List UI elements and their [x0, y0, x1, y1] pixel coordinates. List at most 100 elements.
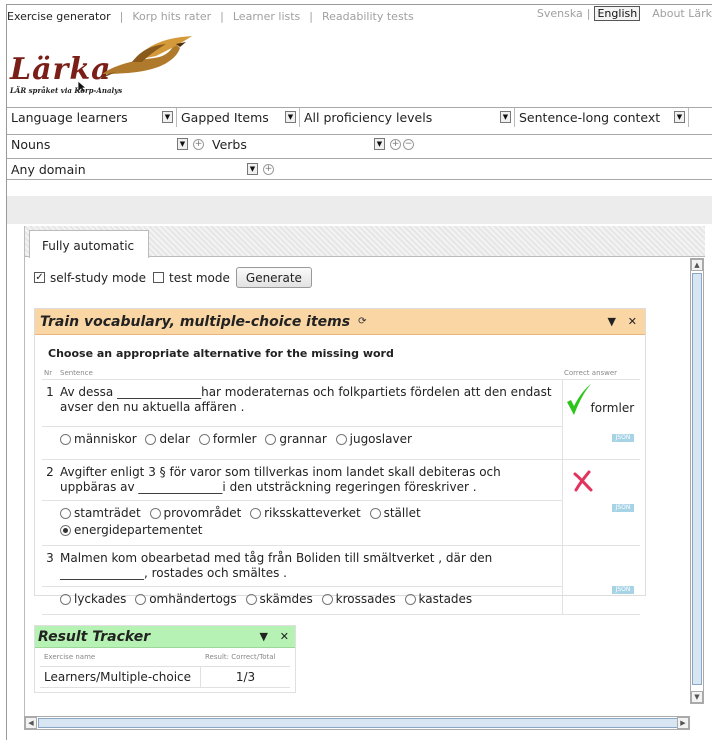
radio-button[interactable]: [335, 434, 347, 446]
collapse-icon[interactable]: ▼: [607, 315, 615, 328]
domain-value: Any domain: [11, 161, 86, 177]
option-radio[interactable]: stället: [369, 506, 421, 521]
pos-nouns-value: Nouns: [11, 137, 51, 152]
option-radio[interactable]: kastades: [404, 592, 472, 607]
mode-controls: ✓ self-study mode test mode Generate: [34, 267, 312, 288]
option-radio-selected[interactable]: energidepartementet: [60, 523, 203, 538]
radio-button[interactable]: [321, 593, 333, 605]
option-label: omhändertogs: [149, 591, 237, 606]
dropdown-arrow-icon[interactable]: ▼: [374, 138, 385, 150]
scrollbar-thumb[interactable]: [38, 718, 678, 728]
scroll-right-icon[interactable]: ▶: [677, 717, 689, 729]
dropdown-arrow-icon[interactable]: ▼: [285, 111, 296, 123]
col-exercise-name-header: Exercise name: [44, 653, 96, 661]
grey-band: [7, 196, 712, 224]
dropdown-arrow-icon[interactable]: ▼: [674, 111, 685, 123]
self-study-label: self-study mode: [50, 270, 146, 285]
add-pos-icon[interactable]: +: [390, 139, 401, 150]
proficiency-select[interactable]: All proficiency levels ▼: [300, 108, 515, 127]
collapse-icon[interactable]: ▼: [259, 630, 267, 643]
self-study-checkbox[interactable]: ✓: [34, 272, 45, 283]
radio-button[interactable]: [60, 434, 71, 446]
tab-fully-automatic[interactable]: Fully automatic: [29, 230, 149, 258]
lang-english[interactable]: English: [594, 6, 641, 21]
horizontal-scrollbar[interactable]: ◀ ▶: [24, 716, 690, 730]
json-badge[interactable]: JSON: [612, 433, 634, 442]
option-radio[interactable]: grannar: [265, 432, 327, 447]
option-radio[interactable]: lyckades: [60, 592, 126, 607]
correct-answer-text: formler: [590, 400, 635, 415]
radio-button[interactable]: [250, 507, 262, 519]
add-pos-icon[interactable]: +: [193, 139, 204, 150]
close-icon[interactable]: ✕: [628, 315, 637, 328]
option-label: jugoslaver: [349, 432, 412, 447]
lang-svenska[interactable]: Svenska: [537, 7, 583, 20]
radio-button[interactable]: [149, 507, 161, 519]
option-radio[interactable]: provområdet: [149, 506, 241, 521]
option-radio[interactable]: krossades: [321, 592, 396, 607]
dropdown-arrow-icon[interactable]: ▼: [177, 138, 188, 150]
col-result-header: Result: Correct/Total: [205, 653, 276, 661]
pos-select-verbs[interactable]: Verbs ▼: [208, 135, 388, 154]
nav-exercise-generator[interactable]: Exercise generator: [7, 10, 111, 23]
radio-button[interactable]: [369, 507, 381, 519]
nav-about[interactable]: About Lärk: [652, 7, 712, 20]
col-answer-header: Correct answer: [564, 368, 618, 377]
dropdown-arrow-icon[interactable]: ▼: [247, 162, 258, 175]
json-badge[interactable]: JSON: [612, 503, 634, 512]
radio-button[interactable]: [60, 507, 71, 519]
selector-row-3: Any domain ▼ +: [7, 158, 712, 180]
radio-button[interactable]: [135, 593, 147, 605]
radio-button-selected[interactable]: [60, 524, 71, 536]
exercise-type-select[interactable]: Gapped Items ▼: [177, 108, 300, 127]
vertical-scrollbar[interactable]: ▲ ▼: [690, 258, 704, 704]
pos-select-nouns[interactable]: Nouns ▼: [7, 135, 191, 154]
radio-button[interactable]: [404, 593, 416, 605]
scrollbar-thumb[interactable]: [692, 273, 702, 685]
learner-type-select[interactable]: Language learners ▼: [7, 108, 177, 127]
test-mode-checkbox[interactable]: [153, 272, 164, 283]
option-radio[interactable]: delar: [145, 432, 190, 447]
scroll-up-icon[interactable]: ▲: [691, 259, 703, 271]
nav-separator: |: [309, 9, 314, 23]
add-domain-icon[interactable]: +: [263, 163, 274, 175]
json-badge[interactable]: JSON: [612, 585, 634, 594]
exercise-instruction: Choose an appropriate alternative for th…: [48, 347, 394, 360]
scroll-down-icon[interactable]: ▼: [691, 691, 703, 703]
option-label: formler: [212, 432, 257, 447]
radio-button[interactable]: [60, 593, 71, 605]
panel-controls: ▼ ✕: [599, 315, 637, 328]
exercise-title: Train vocabulary, multiple-choice items: [40, 313, 351, 330]
option-radio[interactable]: stamträdet: [60, 506, 141, 521]
option-radio[interactable]: människor: [60, 432, 137, 447]
tracker-result: 1/3: [200, 667, 290, 687]
nav-korp-hits-rater[interactable]: Korp hits rater: [132, 10, 211, 23]
result-tracker-panel: Result Tracker ▼ ✕ Exercise name Result:…: [34, 625, 296, 693]
dropdown-arrow-icon[interactable]: ▼: [162, 111, 173, 123]
domain-select[interactable]: Any domain ▼: [7, 159, 261, 179]
generate-button[interactable]: Generate: [235, 267, 312, 288]
radio-button[interactable]: [245, 593, 257, 605]
radio-button[interactable]: [198, 434, 210, 446]
context-value: Sentence-long context: [519, 110, 661, 125]
close-icon[interactable]: ✕: [280, 630, 289, 643]
top-nav: Exercise generator | Korp hits rater | L…: [7, 6, 414, 26]
option-radio[interactable]: riksskatteverket: [250, 506, 361, 521]
radio-button[interactable]: [265, 434, 277, 446]
remove-pos-icon[interactable]: −: [403, 139, 414, 150]
option-radio[interactable]: formler: [198, 432, 257, 447]
option-radio[interactable]: jugoslaver: [335, 432, 412, 447]
scroll-left-icon[interactable]: ◀: [25, 717, 37, 729]
larka-logo[interactable]: Lärka LÄR språket via Korp-Analys: [10, 34, 200, 96]
radio-button[interactable]: [145, 434, 157, 446]
nav-readability-tests[interactable]: Readability tests: [322, 10, 414, 23]
option-radio[interactable]: omhändertogs: [135, 591, 237, 607]
lark-bird-icon: [98, 36, 192, 80]
refresh-icon[interactable]: ⟳: [358, 316, 366, 327]
context-select[interactable]: Sentence-long context ▼: [515, 108, 689, 127]
nav-learner-lists[interactable]: Learner lists: [233, 10, 300, 23]
option-radio[interactable]: skämdes: [245, 592, 313, 607]
dropdown-arrow-icon[interactable]: ▼: [500, 111, 511, 123]
learner-type-value: Language learners: [11, 110, 128, 125]
exercise-table: Nr Sentence Correct answer 1 Av dessa __…: [42, 367, 640, 615]
